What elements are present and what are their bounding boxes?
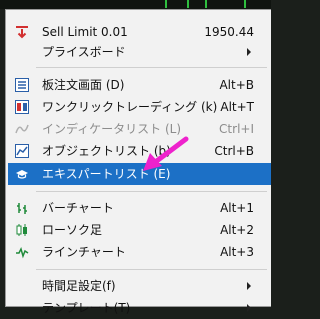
chart-bar: [187, 0, 189, 8]
sell-limit-icon: [14, 24, 30, 40]
chart-context-menu: Sell Limit 0.01 1950.44 プライスボード 板注文画面 (D…: [5, 9, 271, 315]
menu-item-shortcut: Ctrl+B: [214, 144, 254, 158]
one-click-trading-icon: [14, 99, 30, 115]
submenu-arrow-icon: [247, 282, 251, 290]
menu-item-shortcut: Alt+3: [220, 245, 254, 259]
bar-chart-icon: [14, 200, 30, 216]
chart-bar: [244, 0, 246, 8]
menu-item-order-book[interactable]: 板注文画面 (D) Alt+B: [8, 74, 271, 96]
menu-item-label: 時間足設定(f): [42, 279, 116, 293]
menu-item-price: 1950.44: [204, 25, 254, 39]
submenu-arrow-icon: [247, 48, 251, 56]
menu-item-shortcut: Ctrl+I: [219, 122, 254, 136]
indicator-list-icon: [14, 121, 30, 137]
order-book-icon: [14, 77, 30, 93]
menu-item-shortcut: Alt+T: [220, 100, 254, 114]
menu-item-template[interactable]: テンプレート(T): [8, 297, 271, 319]
submenu-arrow-icon: [247, 304, 251, 312]
menu-separator: [36, 191, 267, 192]
menu-item-label: Sell Limit 0.01: [42, 25, 128, 39]
menu-item-label: 板注文画面 (D): [42, 78, 125, 92]
menu-item-shortcut: Alt+B: [219, 78, 254, 92]
menu-item-label: ローソク足: [42, 223, 103, 237]
chart-bar: [205, 0, 207, 8]
menu-item-one-click-trading[interactable]: ワンクリックトレーディング (k) Alt+T: [8, 96, 271, 118]
menu-separator: [36, 67, 267, 68]
menu-item-price-board[interactable]: プライスボード: [8, 41, 271, 63]
menu-item-label: ラインチャート: [42, 245, 126, 259]
menu-item-label: ワンクリックトレーディング (k): [42, 100, 218, 114]
menu-item-label: バーチャート: [42, 201, 114, 215]
candlestick-icon: [14, 222, 30, 238]
chart-bar: [165, 0, 167, 8]
annotation-arrow: [143, 136, 189, 171]
menu-item-label: インディケータリスト (L): [42, 122, 182, 136]
menu-item-bar-chart[interactable]: バーチャート Alt+1: [8, 197, 271, 219]
chart-background: [0, 0, 271, 9]
expert-list-icon: [14, 166, 30, 182]
menu-item-shortcut: Alt+1: [220, 201, 254, 215]
menu-item-label: テンプレート(T): [42, 301, 131, 315]
menu-item-label: プライスボード: [42, 45, 126, 59]
menu-separator: [36, 269, 267, 270]
menu-item-timeframe[interactable]: 時間足設定(f): [8, 275, 271, 297]
menu-item-shortcut: Alt+2: [220, 223, 254, 237]
object-list-icon: [14, 143, 30, 159]
line-chart-icon: [14, 244, 30, 260]
menu-item-candlestick[interactable]: ローソク足 Alt+2: [8, 219, 271, 241]
menu-item-line-chart[interactable]: ラインチャート Alt+3: [8, 241, 271, 263]
menu-item-sell-limit[interactable]: Sell Limit 0.01 1950.44: [8, 21, 271, 43]
